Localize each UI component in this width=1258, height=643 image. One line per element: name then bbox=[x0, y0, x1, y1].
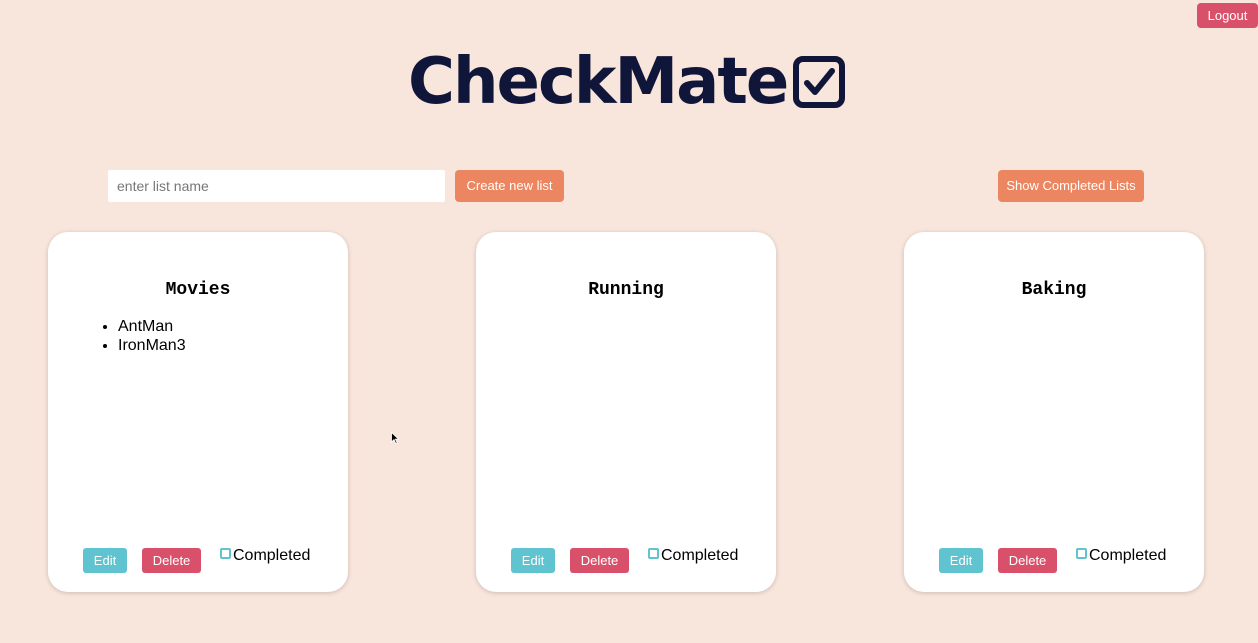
list-card-actions: Edit Delete Completed bbox=[939, 546, 1189, 573]
delete-button[interactable]: Delete bbox=[998, 548, 1057, 573]
completed-checkbox[interactable] bbox=[1076, 548, 1087, 559]
completed-toggle[interactable]: Completed bbox=[648, 546, 738, 566]
create-list-button[interactable]: Create new list bbox=[455, 170, 564, 202]
delete-button[interactable]: Delete bbox=[142, 548, 201, 573]
list-title: Baking bbox=[1021, 280, 1087, 300]
list-items: AntMan IronMan3 bbox=[100, 317, 186, 355]
completed-label: Completed bbox=[1089, 547, 1167, 564]
edit-button[interactable]: Edit bbox=[939, 548, 983, 573]
completed-toggle[interactable]: Completed bbox=[1076, 546, 1166, 566]
completed-label: Completed bbox=[661, 547, 739, 564]
list-title: Running bbox=[588, 280, 664, 300]
delete-button[interactable]: Delete bbox=[570, 548, 629, 573]
list-card-running: Running Edit Delete Completed bbox=[476, 232, 776, 592]
edit-button[interactable]: Edit bbox=[511, 548, 555, 573]
checkbox-checked-icon bbox=[793, 56, 846, 108]
list-card-actions: Edit Delete Completed bbox=[511, 546, 761, 573]
completed-checkbox[interactable] bbox=[648, 548, 659, 559]
completed-checkbox[interactable] bbox=[220, 548, 231, 559]
list-card-baking: Baking Edit Delete Completed bbox=[904, 232, 1204, 592]
list-name-input[interactable] bbox=[108, 170, 445, 202]
app-logo: CheckMate bbox=[408, 44, 846, 120]
list-item: AntMan bbox=[118, 317, 186, 336]
list-card-movies: Movies AntMan IronMan3 Edit Delete Compl… bbox=[48, 232, 348, 592]
list-title: Movies bbox=[165, 280, 231, 300]
edit-button[interactable]: Edit bbox=[83, 548, 127, 573]
completed-toggle[interactable]: Completed bbox=[220, 546, 310, 566]
list-card-actions: Edit Delete Completed bbox=[83, 546, 333, 573]
show-completed-lists-button[interactable]: Show Completed Lists bbox=[998, 170, 1144, 202]
mouse-pointer-icon bbox=[391, 432, 399, 444]
list-item: IronMan3 bbox=[118, 336, 186, 355]
logout-button[interactable]: Logout bbox=[1197, 3, 1258, 28]
completed-label: Completed bbox=[233, 547, 311, 564]
app-title: CheckMate bbox=[408, 45, 789, 119]
